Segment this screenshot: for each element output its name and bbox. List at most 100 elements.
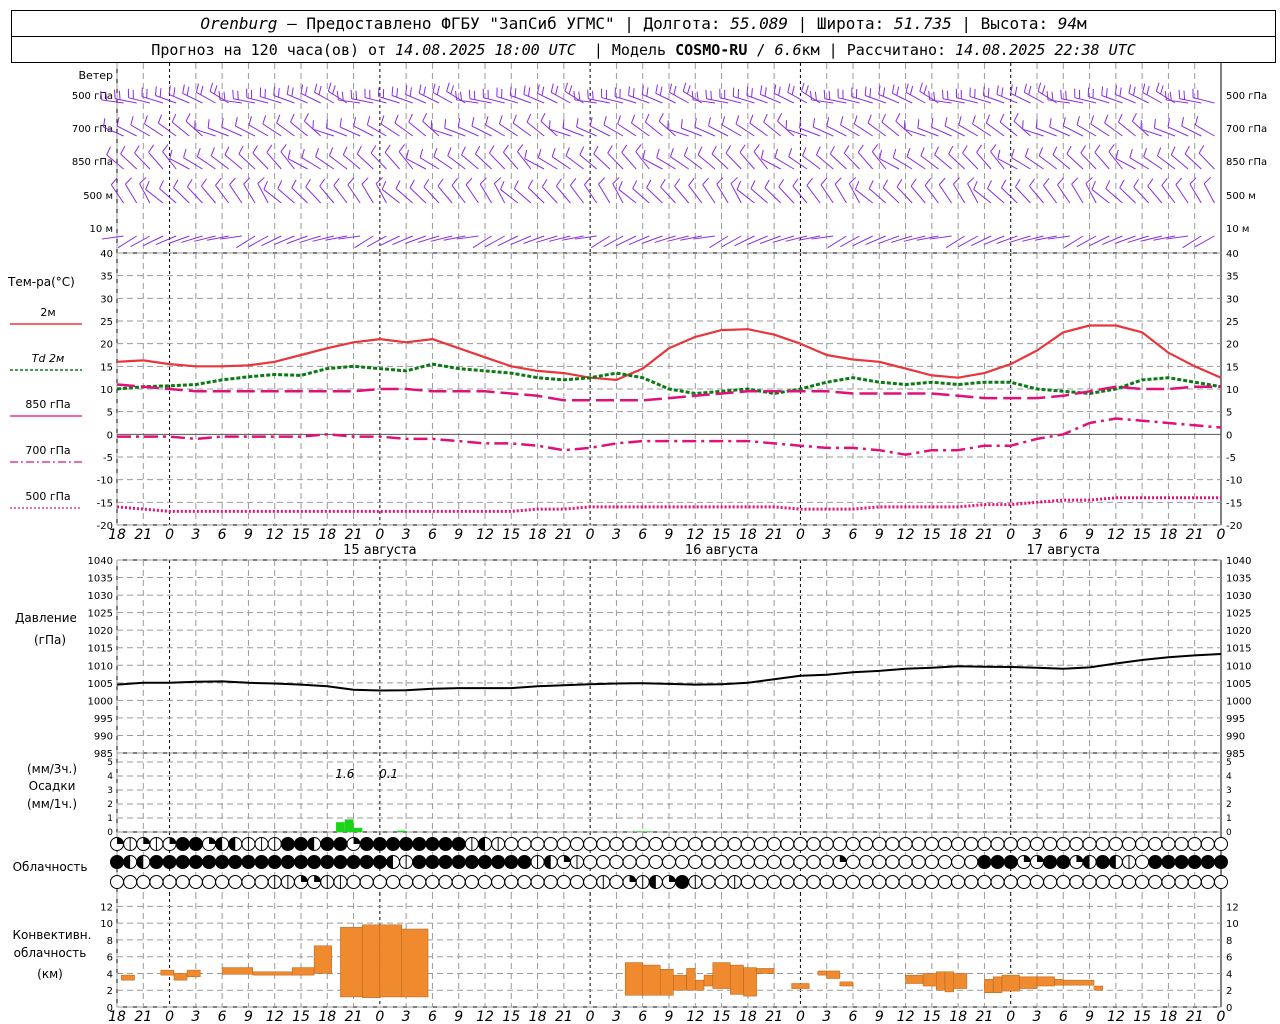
wind-barb-feather: [1060, 89, 1062, 99]
cloud-symbol: [451, 875, 466, 889]
cloud-symbol-quarter: [1037, 855, 1044, 862]
cloud-symbol-circle: [583, 855, 598, 869]
hour-label-top: 18: [1160, 527, 1178, 543]
wind-barb: [1118, 113, 1136, 137]
cloud-symbol: [1135, 837, 1150, 851]
wind-barb-staff: [1189, 183, 1202, 204]
wind-barb-feather: [1143, 148, 1148, 157]
cloud-symbol: [964, 837, 979, 851]
cloud-symbol-circle: [1043, 875, 1058, 889]
wind-barb-feather: [896, 86, 900, 96]
wind-barb-staff: [616, 235, 637, 247]
wind-barb-feather: [332, 85, 336, 95]
conv-ytick-left: 6: [107, 953, 113, 964]
cloud-symbol: [438, 855, 453, 869]
wind-barb: [895, 113, 913, 137]
conv-unit: (км): [37, 967, 63, 981]
conv-bar: [659, 969, 674, 996]
wind-barb: [194, 235, 216, 242]
cloud-symbol: [543, 875, 558, 889]
wind-barb: [1066, 145, 1084, 170]
wind-barb: [996, 235, 1018, 244]
temp-ytick-left: 40: [100, 249, 113, 260]
hour-label-top: 6: [218, 527, 227, 543]
cloud-symbol: [911, 855, 926, 869]
wind-barb: [857, 144, 874, 170]
cloud-symbol: [846, 855, 860, 869]
wind-barb: [461, 146, 479, 170]
wind-barb: [229, 177, 243, 204]
hour-label-bottom: 18: [1160, 1009, 1178, 1024]
cloud-symbol: [1003, 837, 1018, 851]
wind-barb-feather: [941, 89, 944, 99]
cloud-symbol: [675, 875, 690, 889]
wind-barb: [394, 114, 414, 137]
cloud-symbol: [898, 875, 913, 889]
wind-barb-feather: [215, 178, 222, 186]
cloud-symbol-circle: [556, 837, 571, 851]
wind-barb-staff: [734, 235, 755, 247]
wind-barb-feather: [201, 178, 208, 187]
temp-ytick-left: 30: [100, 294, 113, 305]
wind-barb: [632, 180, 650, 204]
hour-label-top: 18: [529, 527, 547, 543]
wind-barb-staff: [329, 155, 348, 170]
wind-barb-staff: [879, 158, 900, 170]
cloud-symbol: [1082, 875, 1097, 889]
wind-barb-feather: [691, 90, 694, 100]
wind-barb: [815, 146, 834, 170]
cloud-symbol-circle: [1056, 875, 1071, 889]
wind-barb-feather: [631, 114, 636, 124]
wind-barb-feather: [287, 149, 291, 159]
wind-barb-staff: [409, 187, 427, 204]
cloud-symbol: [346, 837, 361, 851]
wind-barb-feather: [576, 118, 579, 128]
wind-barb-feather: [759, 85, 763, 95]
wind-barb-feather: [579, 146, 585, 156]
cloud-symbol: [846, 875, 860, 889]
cloud-symbol-circle: [727, 855, 742, 869]
cloud-symbol-circle: [1082, 875, 1097, 889]
wind-barb-feather: [708, 117, 711, 127]
wind-barb-feather: [1161, 178, 1168, 186]
wind-barb-feather: [513, 180, 519, 189]
cloud-symbol: [530, 837, 545, 851]
wind-barb: [261, 235, 282, 247]
pressure-ytick-right: 1005: [1226, 679, 1251, 690]
wind-barb-staff: [526, 121, 545, 137]
conv-bar: [401, 928, 429, 998]
wind-barb-feather: [555, 178, 562, 187]
hour-label-bottom: 15: [923, 1009, 941, 1024]
cloud-symbol-circle: [924, 837, 939, 851]
wind-barb: [1129, 148, 1149, 170]
wind-barb: [134, 145, 151, 170]
wind-barb-staff: [1001, 187, 1018, 204]
wind-barb: [878, 235, 900, 244]
wind-barb-feather: [168, 85, 171, 95]
cloud-symbol: [1003, 875, 1018, 889]
wind-barb-feather: [680, 119, 683, 129]
wind-barb: [777, 113, 795, 137]
cloud-symbol: [451, 855, 466, 869]
wind-barb-feather: [1128, 84, 1132, 94]
wind-barb-staff: [181, 235, 203, 243]
wind-barb-staff: [405, 235, 427, 244]
cloud-symbol: [464, 875, 479, 889]
cloud-symbol-circle: [635, 855, 650, 869]
wind-barb-staff: [725, 152, 742, 170]
wind-barb-feather: [213, 85, 218, 95]
cloud-symbol-circle: [714, 855, 729, 869]
wind-barb-staff: [493, 183, 506, 204]
wind-barb-feather: [182, 84, 185, 94]
cloud-symbol: [951, 855, 966, 869]
cloud-symbol-circle: [675, 855, 690, 869]
wind-barb-feather: [1052, 146, 1058, 156]
wind-barb: [143, 235, 164, 247]
wind-barb: [512, 114, 532, 137]
wind-barb-staff: [621, 152, 637, 170]
hour-label-bottom: 0: [375, 1009, 384, 1024]
wind-barb-feather: [252, 145, 258, 154]
cloud-symbol: [1122, 855, 1136, 869]
temp-ytick-left: 15: [100, 362, 113, 373]
cloud-symbol: [754, 837, 768, 851]
